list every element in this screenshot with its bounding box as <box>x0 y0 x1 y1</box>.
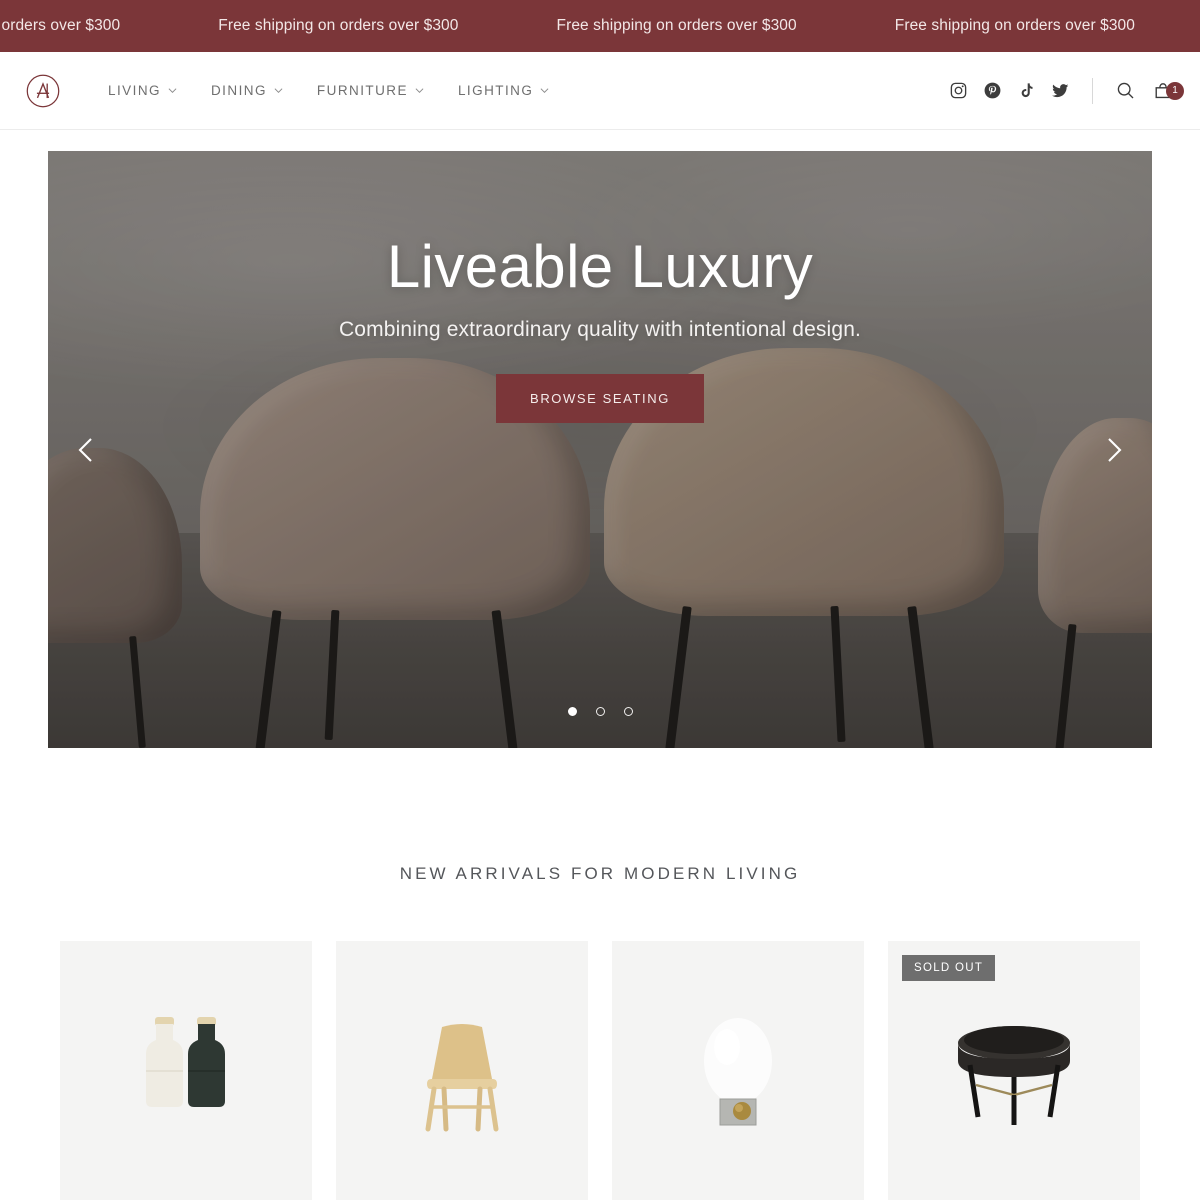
chevron-down-icon <box>168 88 177 94</box>
product-card: MENU <box>60 941 312 1200</box>
logo-monogram-icon <box>26 74 60 107</box>
site-header: LIVING DINING FURNITURE LIGHTING 1 <box>0 52 1200 130</box>
tiktok-icon[interactable] <box>1017 81 1036 100</box>
announcement-bar: Free shipping on orders over $300 Free s… <box>0 0 1200 52</box>
announcement-message: Free shipping on orders over $300 <box>0 17 121 34</box>
chevron-down-icon <box>274 88 283 94</box>
carousel-dot-3[interactable] <box>623 707 633 716</box>
browse-seating-button[interactable]: BROWSE SEATING <box>496 374 704 423</box>
hero-section: Liveable Luxury Combining extraordinary … <box>0 130 1200 748</box>
carousel-prev-button[interactable] <box>70 433 104 467</box>
header-actions: 1 <box>949 77 1184 104</box>
hero-title: Liveable Luxury <box>386 233 814 300</box>
carousel-dot-2[interactable] <box>595 707 605 716</box>
cart-button[interactable]: 1 <box>1152 80 1184 102</box>
announcement-message: Free shipping on orders over $300 <box>894 17 1135 34</box>
nav-item-dining[interactable]: DINING <box>211 83 283 98</box>
announcement-message: Free shipping on orders over $300 <box>218 17 459 34</box>
announcement-marquee: Free shipping on orders over $300 Free s… <box>0 17 1200 35</box>
product-image[interactable] <box>336 941 588 1200</box>
section-title: NEW ARRIVALS FOR MODERN LIVING <box>399 864 801 883</box>
nav-item-label: LIGHTING <box>457 83 534 98</box>
nav-item-label: LIVING <box>108 83 161 98</box>
product-card: SOLD OUT MENU <box>888 941 1140 1200</box>
social-links <box>949 81 1070 100</box>
black-round-coffee-table-icon <box>958 1025 1070 1125</box>
hero-subtitle: Combining extraordinary quality with int… <box>338 318 862 341</box>
main-navigation: LIVING DINING FURNITURE LIGHTING <box>108 83 549 98</box>
salt-pepper-grinders-icon <box>146 1016 225 1107</box>
sold-out-badge: SOLD OUT <box>902 955 996 981</box>
product-image[interactable] <box>612 941 864 1200</box>
product-card: MENU <box>612 941 864 1200</box>
chevron-down-icon <box>415 88 424 94</box>
carousel-next-button[interactable] <box>1096 433 1130 467</box>
product-image[interactable] <box>60 941 312 1200</box>
product-card: MENU <box>336 941 588 1200</box>
twitter-icon[interactable] <box>1051 81 1070 100</box>
instagram-icon[interactable] <box>949 81 968 100</box>
oak-dining-chair-icon <box>425 1023 499 1131</box>
nav-item-furniture[interactable]: FURNITURE <box>317 83 424 98</box>
nav-item-label: DINING <box>210 83 267 98</box>
nav-item-lighting[interactable]: LIGHTING <box>458 83 549 98</box>
product-grid: MENU MENU <box>0 941 1200 1200</box>
search-icon[interactable] <box>1115 80 1136 101</box>
jwda-table-lamp-icon <box>704 1017 772 1125</box>
hero-carousel: Liveable Luxury Combining extraordinary … <box>48 151 1152 748</box>
pinterest-icon[interactable] <box>983 81 1002 100</box>
hero-content: Liveable Luxury Combining extraordinary … <box>48 235 1152 423</box>
nav-item-living[interactable]: LIVING <box>108 83 177 98</box>
carousel-dot-1[interactable] <box>567 707 577 716</box>
site-logo[interactable] <box>22 70 64 112</box>
carousel-dots <box>48 707 1152 716</box>
nav-item-label: FURNITURE <box>316 83 408 98</box>
cart-count-badge: 1 <box>1166 81 1184 100</box>
product-image[interactable]: SOLD OUT <box>888 941 1140 1200</box>
chevron-down-icon <box>540 88 549 94</box>
announcement-message: Free shipping on orders over $300 <box>556 17 797 34</box>
header-divider <box>1092 77 1093 104</box>
